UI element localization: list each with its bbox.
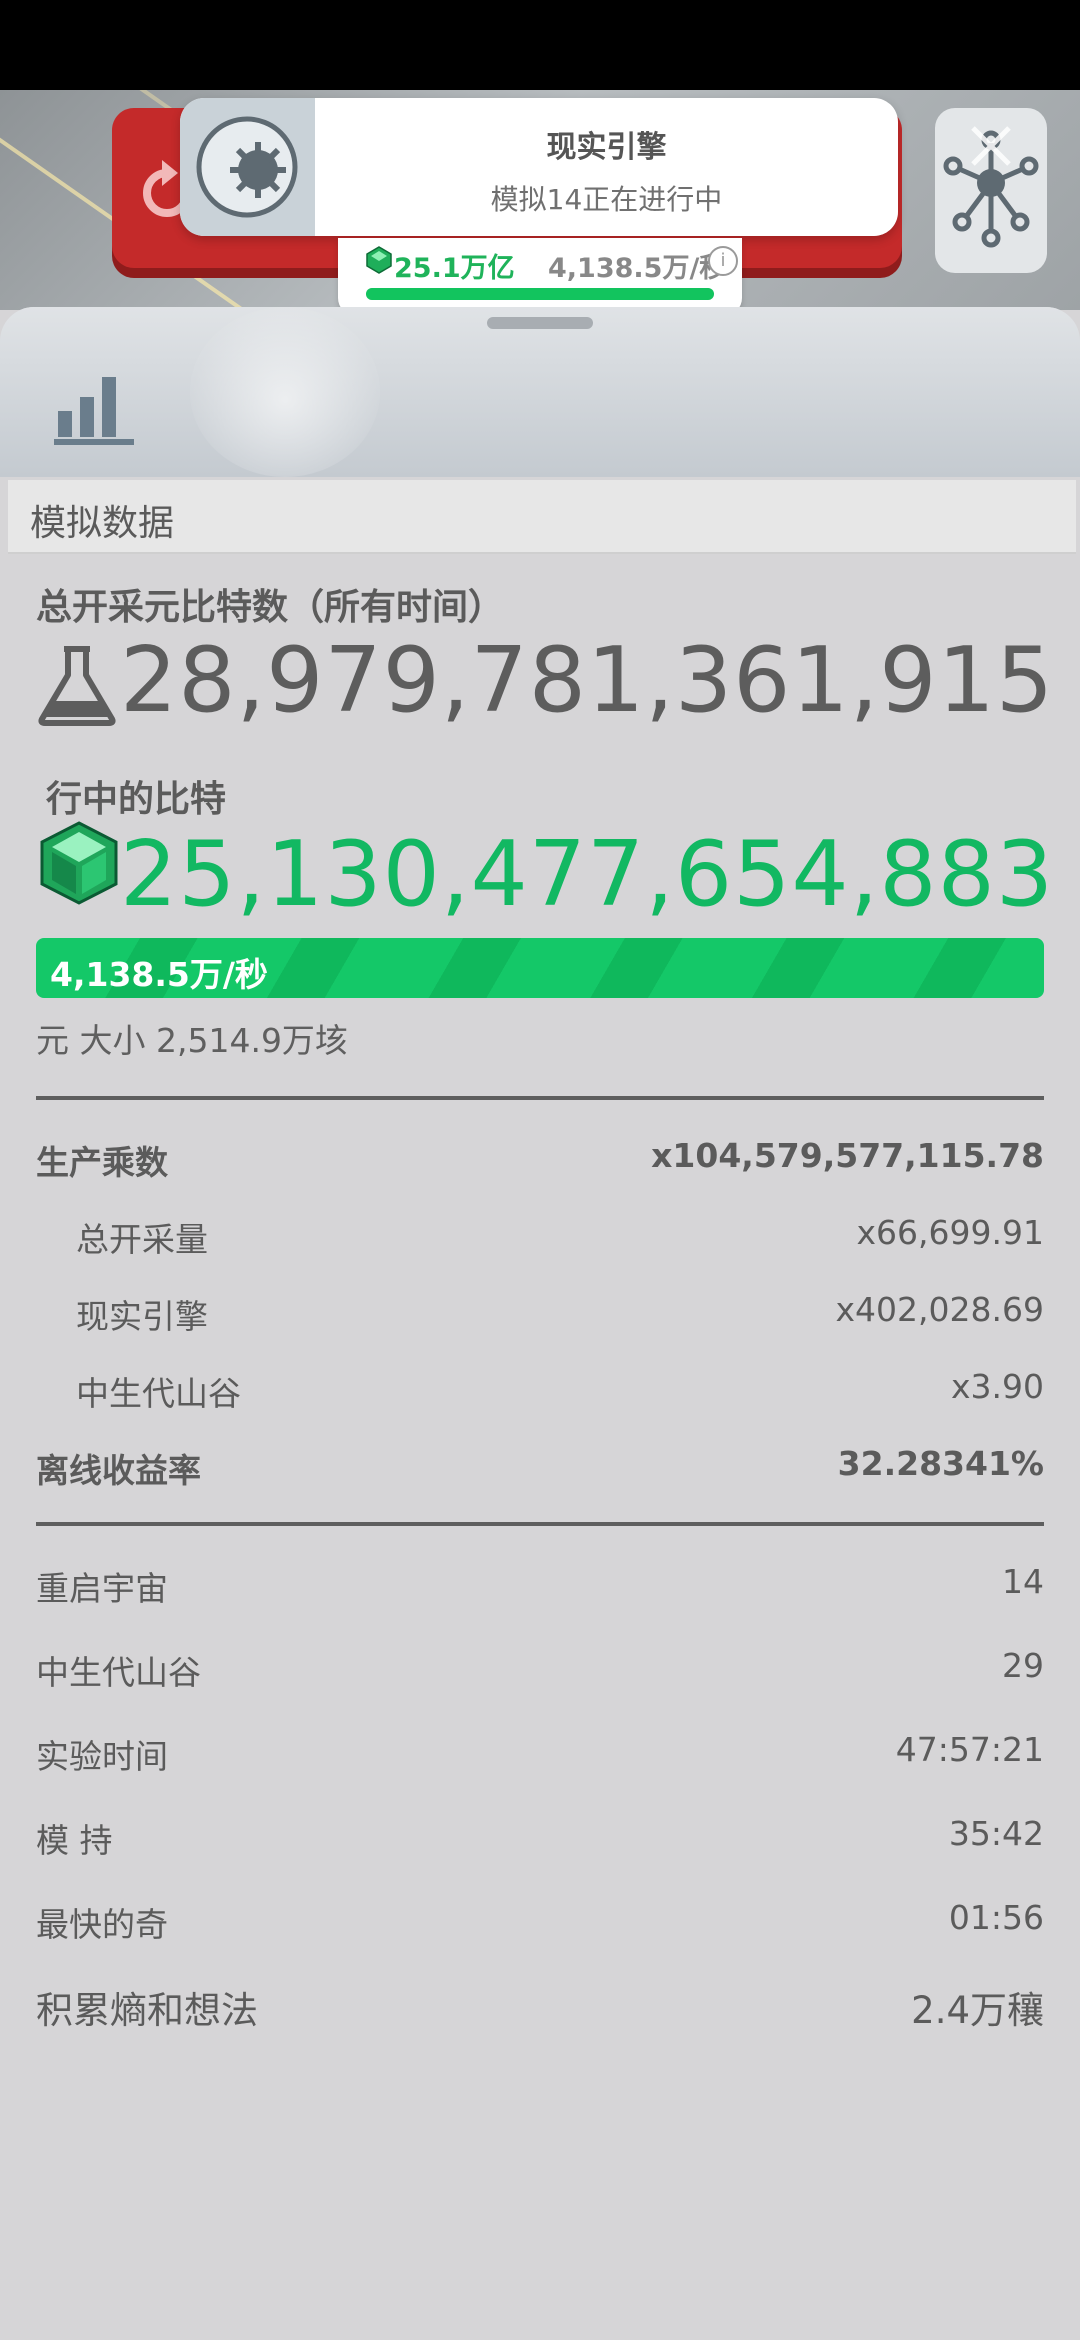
row-value: 29 (1002, 1646, 1044, 1685)
row-label: 总开采量 (76, 1220, 208, 1259)
section-header: 模拟数据 (8, 480, 1076, 554)
multiplier-item-row: 总开采量 x66,699.91 (36, 1213, 1044, 1269)
total-mined-value: 28,979,781,361,915 (120, 628, 1055, 733)
row-label: 中生代山谷 (36, 1653, 201, 1692)
pill-rate: 4,138.5万/秒 (548, 253, 727, 284)
rate-bar: 4,138.5万/秒 (36, 938, 1044, 998)
multiplier-item-row: 现实引擎 x402,028.69 (36, 1290, 1044, 1346)
multiplier-item-row: 中生代山谷 x3.90 (36, 1367, 1044, 1423)
reality-engine-button[interactable] (935, 108, 1047, 273)
row-value: 32.28341% (837, 1444, 1044, 1483)
panel-header (0, 307, 1080, 477)
row-value: 01:56 (948, 1898, 1044, 1937)
entropy-row: 积累熵和想法 2.4万穰 (36, 1980, 1044, 2036)
bit-progress-pill[interactable]: 25.1万亿 4,138.5万/秒 i (338, 238, 742, 316)
total-mined-label: 总开采元比特数（所有时间） (36, 587, 505, 628)
row-label: 现实引擎 (76, 1297, 208, 1336)
production-multiplier-row: 生产乘数 x104,579,577,115.78 (36, 1136, 1044, 1192)
row-value: 47:57:21 (895, 1730, 1044, 1769)
stat-row: 最快的奇 01:56 (36, 1898, 1044, 1954)
row-label: 最快的奇 (36, 1905, 168, 1944)
notification-card[interactable]: 现实引擎 模拟14正在进行中 (180, 98, 898, 236)
rate-text: 4,138.5万/秒 (50, 955, 268, 994)
network-icon (943, 126, 1039, 248)
current-bits-label: 行中的比特 (46, 779, 227, 820)
section-title: 模拟数据 (30, 503, 175, 544)
row-label: 模 持 (36, 1821, 113, 1860)
row-value: x104,579,577,115.78 (651, 1136, 1044, 1175)
row-value: 2.4万穰 (911, 1989, 1044, 2032)
gem-icon (366, 246, 392, 274)
pill-amount: 25.1万亿 (394, 253, 515, 284)
divider (36, 1096, 1044, 1100)
row-value: x3.90 (950, 1367, 1044, 1406)
stat-row: 实验时间 47:57:21 (36, 1730, 1044, 1786)
current-bits-value: 25,130,477,654,883 (120, 822, 1055, 927)
robot-silhouette (190, 307, 380, 477)
row-label: 积累熵和想法 (36, 1989, 258, 2032)
offline-rate-row: 离线收益率 32.28341% (36, 1444, 1044, 1500)
divider (36, 1522, 1044, 1526)
row-value: 35:42 (948, 1814, 1044, 1853)
notification-icon-box (180, 98, 315, 236)
gear-icon (196, 116, 298, 218)
info-icon[interactable]: i (708, 246, 738, 276)
flask-icon (38, 646, 116, 726)
row-value: x66,699.91 (856, 1213, 1044, 1252)
stat-row: 模 持 35:42 (36, 1814, 1044, 1870)
notification-subtitle: 模拟14正在进行中 (490, 183, 723, 216)
row-label: 生产乘数 (36, 1143, 168, 1182)
gem-icon (40, 821, 118, 905)
row-label: 中生代山谷 (76, 1374, 241, 1413)
row-label: 离线收益率 (36, 1451, 201, 1490)
drag-handle[interactable] (487, 317, 593, 329)
size-text: 元 大小 2,514.9万垓 (36, 1021, 348, 1060)
row-value: 14 (1002, 1562, 1044, 1601)
status-bar (0, 0, 1080, 90)
bar-chart-icon[interactable] (52, 367, 138, 447)
stat-row: 中生代山谷 29 (36, 1646, 1044, 1702)
stat-row: 重启宇宙 14 (36, 1562, 1044, 1618)
notification-title: 现实引擎 (546, 130, 667, 165)
pill-progress-bar (366, 288, 714, 300)
row-label: 实验时间 (36, 1737, 168, 1776)
pill-progress-fill (366, 288, 714, 300)
row-value: x402,028.69 (835, 1290, 1044, 1329)
row-label: 重启宇宙 (36, 1569, 168, 1608)
